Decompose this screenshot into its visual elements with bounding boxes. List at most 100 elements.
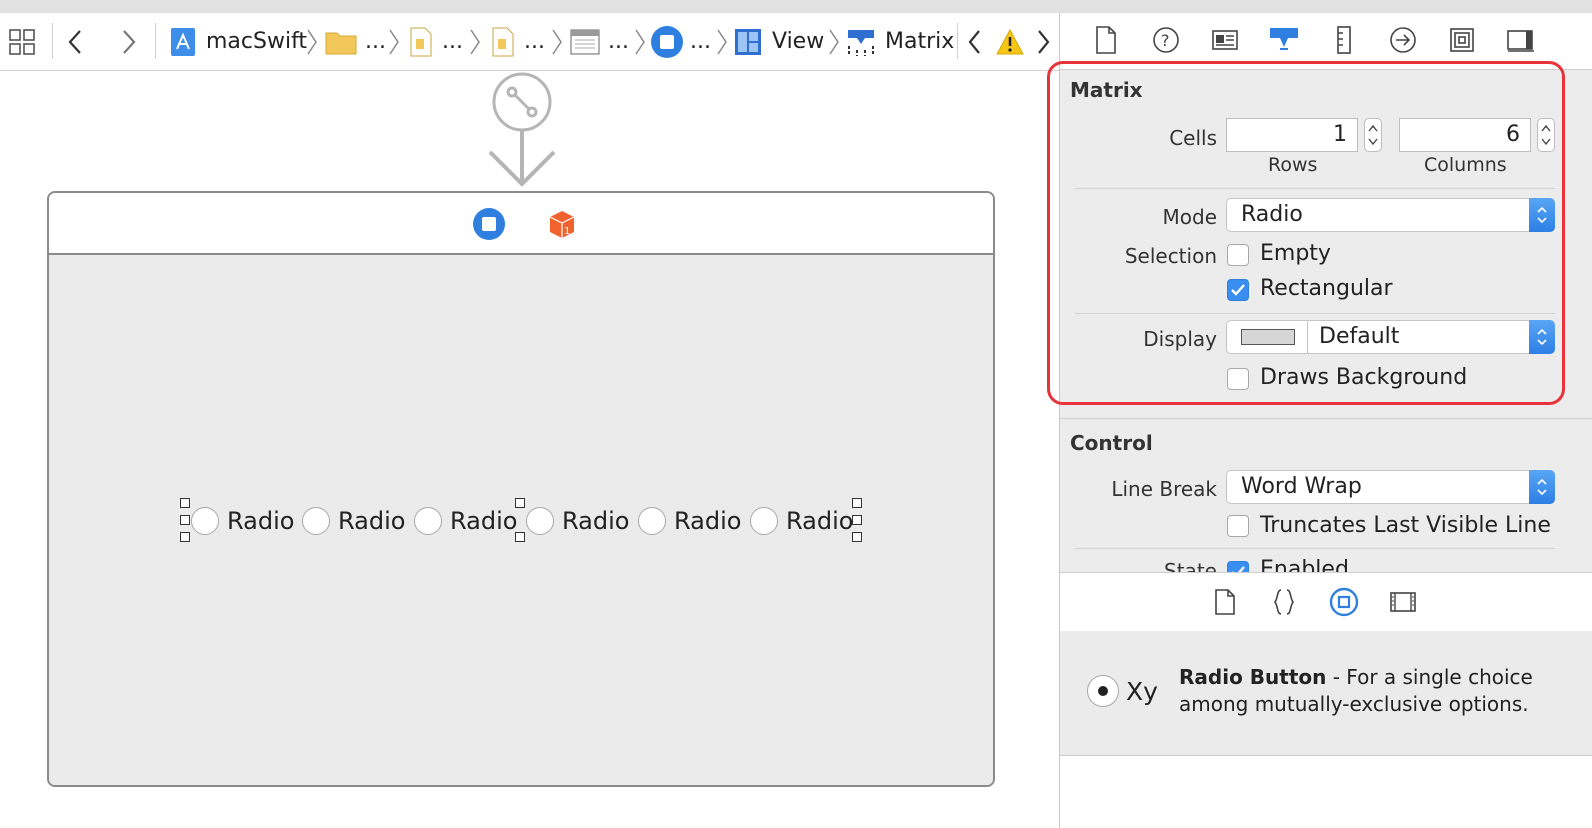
radio-label: Radio	[450, 507, 518, 535]
chevron-right-icon	[828, 13, 840, 70]
library-item-desc-line2: among mutually-exclusive options.	[1179, 692, 1529, 716]
matrix-radio-button[interactable]: Radio	[750, 504, 853, 538]
radio-preview-icon	[1087, 675, 1119, 707]
resize-handle[interactable]	[180, 515, 190, 525]
jumpbar-item-folder[interactable]: ...	[325, 13, 386, 70]
radio-label: Radio	[674, 507, 742, 535]
view-controller-scene[interactable]: 1	[47, 191, 995, 787]
first-responder-icon[interactable]: 1	[545, 207, 579, 245]
jumpbar-divider	[155, 23, 156, 59]
resize-handle[interactable]	[515, 532, 525, 542]
view-icon	[735, 28, 761, 55]
library-item-desc-line1: - For a single choice	[1326, 665, 1533, 689]
library-empty-area	[1060, 756, 1592, 828]
related-items-icon[interactable]	[8, 13, 36, 70]
library-item-description: Radio Button - For a single choice	[1179, 665, 1533, 689]
connections-inspector-icon[interactable]	[1386, 23, 1420, 57]
jumpbar-label: ...	[690, 29, 711, 54]
radio-circle-icon	[526, 507, 554, 535]
chevron-right-icon	[388, 13, 400, 70]
radio-circle-icon	[302, 507, 330, 535]
storyboard-file-icon	[492, 27, 514, 56]
radio-circle-icon	[191, 507, 219, 535]
file-template-library-icon[interactable]	[1208, 585, 1242, 619]
object-library-icon[interactable]	[1327, 585, 1361, 619]
library-item-radio-button[interactable]: Xy Radio Button - For a single choice am…	[1060, 631, 1592, 755]
state-label: State	[1164, 559, 1217, 572]
back-icon[interactable]	[66, 13, 86, 70]
matrix-radio-button[interactable]: Radio	[414, 504, 517, 538]
checkmark-icon	[1232, 566, 1245, 572]
identity-inspector-icon[interactable]	[1208, 23, 1242, 57]
radio-circle-icon	[750, 507, 778, 535]
code-snippet-library-icon[interactable]	[1267, 585, 1301, 619]
truncates-checkbox[interactable]	[1227, 515, 1249, 537]
jumpbar-item-view[interactable]: View	[734, 13, 824, 70]
matrix-radio-button[interactable]: Radio	[302, 504, 405, 538]
line-break-popup[interactable]: Word Wrap	[1226, 470, 1555, 504]
matrix-radio-button[interactable]: Radio	[638, 504, 741, 538]
matrix-radio-button[interactable]: Radio	[191, 504, 294, 538]
jumpbar-item-storyboard-file[interactable]: ...	[408, 13, 463, 70]
enabled-checkbox[interactable]	[1227, 561, 1249, 572]
jump-bar: macSwift ... ... ... ... ... View Matrix	[0, 13, 1060, 71]
line-break-value: Word Wrap	[1241, 474, 1362, 499]
initial-scene-arrow[interactable]	[488, 72, 558, 192]
jumpbar-label: ...	[608, 29, 629, 54]
radio-circle-icon	[638, 507, 666, 535]
matrix-radio-button[interactable]: Radio	[526, 504, 629, 538]
previous-issue-icon[interactable]	[966, 13, 984, 70]
resize-handle[interactable]	[852, 515, 862, 525]
library-tab-bar	[1060, 572, 1592, 632]
jumpbar-label: ...	[524, 29, 545, 54]
chevron-right-icon	[551, 13, 563, 70]
scene-dock: 1	[49, 193, 993, 255]
library-item-title: Radio Button	[1179, 665, 1327, 689]
enabled-label: Enabled	[1260, 557, 1349, 572]
scene-icon	[570, 29, 600, 54]
truncates-label: Truncates Last Visible Line	[1260, 513, 1551, 538]
chevron-right-icon	[469, 13, 481, 70]
line-break-label: Line Break	[1111, 477, 1217, 501]
svg-text:1: 1	[564, 226, 570, 237]
jumpbar-label: macSwift	[206, 29, 308, 54]
media-library-icon[interactable]	[1386, 585, 1420, 619]
radio-label: Radio	[227, 507, 295, 535]
bindings-inspector-icon[interactable]	[1445, 23, 1479, 57]
project-icon	[171, 27, 195, 56]
state-row-clip: State Enabled	[1060, 553, 1592, 572]
resize-handle[interactable]	[515, 498, 525, 508]
attributes-inspector-icon[interactable]	[1267, 23, 1301, 57]
resize-handle[interactable]	[180, 498, 190, 508]
section-title-control: Control	[1070, 431, 1153, 455]
jumpbar-label: View	[772, 29, 825, 54]
resize-handle[interactable]	[180, 532, 190, 542]
jumpbar-label: Matrix	[885, 29, 955, 54]
forward-icon[interactable]	[118, 13, 138, 70]
popup-arrows-icon	[1529, 470, 1555, 504]
jumpbar-item-storyboard-base[interactable]: ...	[490, 13, 545, 70]
jumpbar-item-scene[interactable]: ...	[570, 13, 629, 70]
matrix-icon	[848, 29, 874, 56]
resize-handle[interactable]	[852, 532, 862, 542]
highlight-outline	[1047, 61, 1565, 405]
radio-circle-icon	[414, 507, 442, 535]
chevron-right-icon	[634, 13, 646, 70]
jumpbar-item-view-controller[interactable]: ...	[650, 13, 711, 70]
view-effects-inspector-icon[interactable]	[1504, 23, 1538, 57]
window-top-strip	[0, 0, 1592, 13]
next-issue-icon[interactable]	[1034, 13, 1052, 70]
svg-text:?: ?	[1161, 31, 1170, 50]
size-inspector-icon[interactable]	[1327, 23, 1361, 57]
jumpbar-item-matrix[interactable]: Matrix	[845, 13, 954, 70]
warning-icon[interactable]	[996, 13, 1024, 70]
utilities-panel: ? Matrix Cells 1 Rows 6 Columns Mode Rad…	[1047, 13, 1592, 828]
chevron-right-icon	[306, 13, 318, 70]
jumpbar-divider	[957, 23, 958, 59]
help-inspector-icon[interactable]: ?	[1149, 23, 1183, 57]
view-controller-icon[interactable]	[472, 207, 506, 245]
jumpbar-item-project[interactable]: macSwift	[170, 13, 307, 70]
radio-preview-text: Xy	[1126, 677, 1158, 706]
file-inspector-icon[interactable]	[1089, 23, 1123, 57]
resize-handle[interactable]	[852, 498, 862, 508]
